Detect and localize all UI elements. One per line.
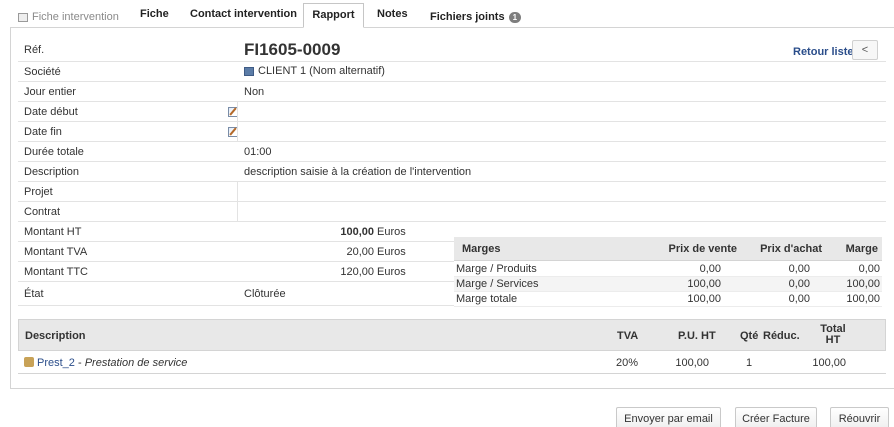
reopen-button[interactable]: Réouvrir [830,407,889,427]
marges-row-prix-achat: 0,00 [788,278,810,290]
row-date-fin: Date fin [18,122,886,142]
etat-value: Clôturée [244,288,286,300]
line-description: Prest_2 - Prestation de service [24,357,187,369]
line-separator: - [74,357,85,369]
ref-label: Réf. [24,44,45,56]
montant-ht-currency: Euros [377,226,406,238]
company-icon [244,66,254,76]
line-label: Prestation de service [84,357,188,369]
intervention-report-panel: Réf. FI1605-0009 Retour liste < Société … [10,27,894,389]
retour-liste-link[interactable]: Retour liste [793,46,854,58]
marges-header-prix-achat: Prix d'achat [760,243,822,255]
montant-ttc-currency: Euros [377,266,406,278]
table-row: Prest_2 - Prestation de service 20% 100,… [18,352,886,374]
lines-header-pu-ht: P.U. HT [678,330,716,342]
montant-ttc-value: 120,00 [340,266,374,278]
lines-header: Description TVA P.U. HT Qté Réduc. Total… [18,319,886,351]
previous-button[interactable]: < [852,40,878,60]
marges-row-prix-vente: 100,00 [687,278,721,290]
ref-value: FI1605-0009 [244,40,341,59]
row-societe: Société CLIENT 1 (Nom alternatif) [18,62,886,82]
montant-ttc-label: Montant TTC [24,266,88,278]
row-duree: Durée totale 01:00 [18,142,886,162]
marges-row-label: Marge totale [456,293,518,305]
marges-header: Marges Prix de vente Prix d'achat Marge [454,237,882,261]
row-montant-ttc: Montant TTC 120,00 Euros [18,262,454,282]
divider [237,202,238,221]
etat-label: État [24,288,44,300]
duree-label: Durée totale [24,146,84,158]
tab-fiche[interactable]: Fiche [140,8,169,26]
montant-ht-value: 100,00 [340,226,374,238]
montant-tva-currency: Euros [377,246,406,258]
lines-header-description: Description [25,330,86,342]
divider [237,102,238,121]
row-date-debut: Date début [18,102,886,122]
line-tva: 20% [616,357,639,369]
send-email-button[interactable]: Envoyer par email [616,407,721,427]
tab-rapport[interactable]: Rapport [303,3,364,28]
row-montant-tva: Montant TVA 20,00 Euros [18,242,454,262]
row-montant-ht: Montant HT 100,00 Euros [18,222,454,242]
marges-row-marge: 100,00 [846,293,880,305]
societe-link[interactable]: CLIENT 1 (Nom alternatif) [244,65,385,77]
row-description: Description description saisie à la créa… [18,162,886,182]
tab-fichiers-joints-label: Fichiers joints [430,11,505,23]
lines-header-total-ht-unit: HT [825,334,841,346]
line-ref-link[interactable]: Prest_2 [37,357,75,369]
societe-value: CLIENT 1 (Nom alternatif) [258,65,385,77]
projet-label: Projet [24,186,53,198]
row-jour-entier: Jour entier Non [18,82,886,102]
montant-tva-label: Montant TVA [24,246,88,258]
marges-row-prix-vente: 100,00 [687,293,721,305]
tab-contact-intervention[interactable]: Contact intervention [190,8,297,26]
divider [237,122,238,141]
marges-row-prix-vente: 0,00 [699,263,721,275]
date-debut-label: Date début [24,106,78,118]
files-count-badge: 1 [508,11,522,23]
marges-row-marge: 0,00 [858,263,880,275]
line-qte: 1 [746,357,753,369]
intervention-icon [18,12,28,22]
marges-row: Marge totale 100,00 0,00 100,00 [454,292,882,307]
create-invoice-button[interactable]: Créer Facture [735,407,817,427]
lines-header-reduc: Réduc. [763,330,800,342]
contrat-label: Contrat [24,206,61,218]
marges-row-marge: 100,00 [846,278,880,290]
marges-row-label: Marge / Services [456,278,539,290]
duree-value: 01:00 [244,146,272,158]
date-fin-label: Date fin [24,126,62,138]
row-ref: Réf. FI1605-0009 Retour liste < [18,38,886,62]
marges-header-marge: Marge [845,243,878,255]
montant-ht-label: Montant HT [24,226,82,238]
lines-header-tva: TVA [617,330,639,342]
tab-notes[interactable]: Notes [377,8,408,26]
jour-entier-value: Non [244,86,265,98]
divider [237,182,238,201]
tab-fiche-intervention-label: Fiche intervention [32,11,119,23]
marges-row: Marge / Services 100,00 0,00 100,00 [454,277,882,292]
marges-header-prix-vente: Prix de vente [668,243,737,255]
societe-label: Société [24,66,61,78]
marges-row-label: Marge / Produits [456,263,537,275]
tab-fiche-intervention[interactable]: Fiche intervention [18,8,119,26]
tab-bar: Fiche intervention Fiche Contact interve… [0,0,894,28]
marges-row: Marge / Produits 0,00 0,00 0,00 [454,262,882,277]
row-etat: État Clôturée [18,282,454,306]
marges-row-prix-achat: 0,00 [788,293,810,305]
jour-entier-label: Jour entier [24,86,76,98]
tab-fichiers-joints[interactable]: Fichiers joints 1 [430,8,522,26]
description-value: description saisie à la création de l'in… [244,166,472,178]
row-projet: Projet [18,182,886,202]
service-icon [24,357,34,367]
marges-header-label: Marges [462,243,501,255]
marges-row-prix-achat: 0,00 [788,263,810,275]
line-total-ht: 100,00 [812,357,846,369]
description-label: Description [24,166,80,178]
montant-tva-value: 20,00 [346,246,374,258]
row-contrat: Contrat [18,202,886,222]
lines-header-qte: Qté [740,330,759,342]
line-pu-ht: 100,00 [675,357,709,369]
